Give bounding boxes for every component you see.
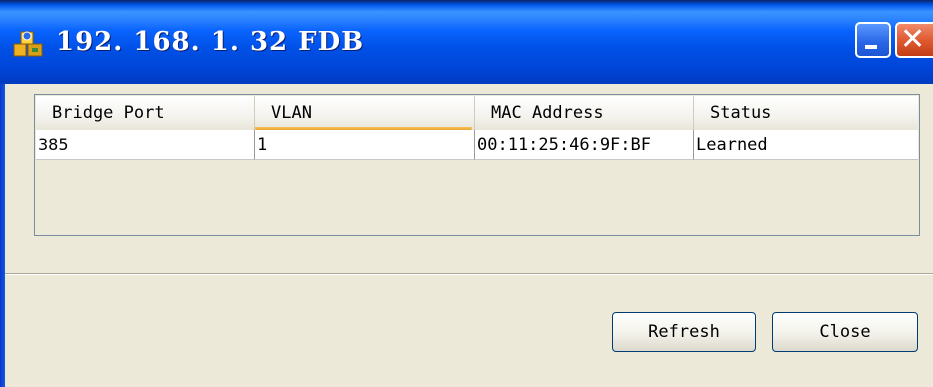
cell-vlan: 1 — [255, 130, 475, 160]
table-header: Bridge Port VLAN MAC Address Status — [36, 96, 918, 131]
cell-status: Learned — [694, 130, 918, 160]
column-header-mac-address[interactable]: MAC Address — [475, 96, 694, 130]
close-window-button[interactable]: ✕ — [895, 22, 933, 58]
cell-bridge-port: 385 — [36, 130, 255, 160]
window-left-border — [0, 84, 5, 387]
window-title: 192. 168. 1. 32 FDB — [56, 27, 365, 57]
column-header-vlan[interactable]: VLAN — [255, 96, 475, 131]
network-app-icon — [13, 31, 43, 57]
divider — [5, 273, 933, 275]
minimize-icon — [865, 45, 877, 49]
refresh-button[interactable]: Refresh — [612, 312, 756, 352]
close-button[interactable]: Close — [772, 312, 918, 352]
minimize-button[interactable] — [855, 22, 891, 58]
table-row[interactable]: 385 1 00:11:25:46:9F:BF Learned — [36, 130, 918, 160]
column-header-status[interactable]: Status — [694, 96, 918, 130]
fdb-table: Bridge Port VLAN MAC Address Status 385 … — [34, 94, 920, 236]
cell-mac-address: 00:11:25:46:9F:BF — [475, 130, 694, 160]
close-icon: ✕ — [900, 22, 926, 57]
column-header-bridge-port[interactable]: Bridge Port — [36, 96, 255, 130]
fdb-dialog: 192. 168. 1. 32 FDB ✕ Bridge Port VLAN M… — [0, 0, 933, 387]
title-bar[interactable]: 192. 168. 1. 32 FDB ✕ — [0, 0, 933, 84]
